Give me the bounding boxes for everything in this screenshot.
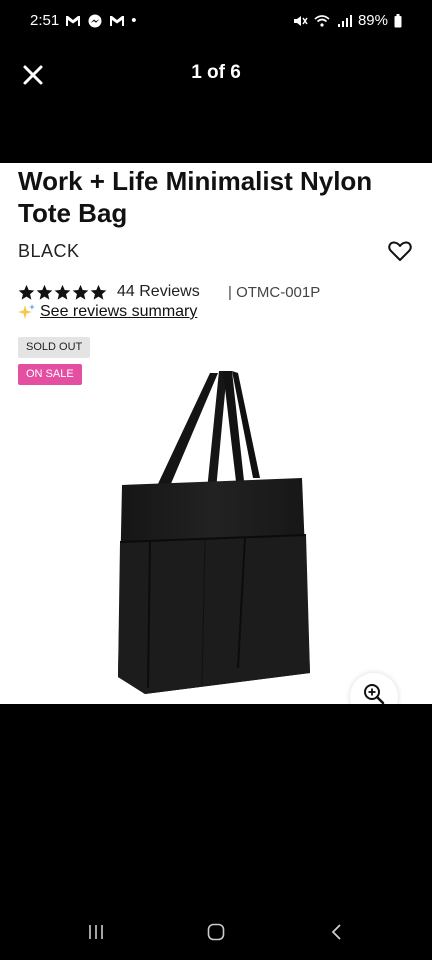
recent-apps-icon[interactable] bbox=[87, 923, 105, 941]
product-color-label: BLACK bbox=[18, 241, 80, 261]
zoom-button[interactable] bbox=[350, 673, 398, 704]
zoom-in-icon bbox=[364, 684, 385, 704]
heart-icon[interactable] bbox=[388, 240, 412, 262]
reviews-count-link[interactable]: 44 Reviews bbox=[117, 283, 200, 301]
signal-icon bbox=[337, 14, 352, 27]
back-icon[interactable] bbox=[330, 923, 344, 941]
product-sku: | OTMC-001P bbox=[228, 284, 321, 301]
battery-icon bbox=[394, 13, 402, 27]
image-counter: 1 of 6 bbox=[191, 62, 241, 83]
gmail-icon bbox=[66, 15, 81, 26]
rating-row: 44 Reviews bbox=[18, 283, 200, 301]
tote-bag-image[interactable] bbox=[110, 368, 320, 703]
star-icon bbox=[90, 284, 107, 300]
product-screenshot-panel: Work + Life Minimalist Nylon Tote Bag BL… bbox=[0, 163, 432, 704]
system-nav-bar bbox=[0, 905, 432, 960]
gmail-icon bbox=[110, 15, 125, 26]
star-rating bbox=[18, 284, 107, 301]
star-icon bbox=[18, 284, 35, 300]
messenger-icon bbox=[88, 14, 102, 27]
mute-icon bbox=[293, 15, 308, 26]
status-right: 89% bbox=[292, 12, 402, 29]
status-time: 2:51 bbox=[30, 12, 60, 29]
star-icon bbox=[36, 284, 53, 300]
status-left: 2:51 • bbox=[30, 12, 136, 29]
on-sale-badge: ON SALE bbox=[18, 364, 82, 385]
image-viewer-header: 1 of 6 bbox=[0, 42, 432, 106]
star-icon bbox=[54, 284, 71, 300]
wifi-icon bbox=[314, 14, 330, 27]
star-icon bbox=[72, 284, 89, 300]
see-reviews-summary-link[interactable]: See reviews summary bbox=[40, 303, 197, 321]
reviews-summary-row: See reviews summary bbox=[18, 303, 197, 321]
status-bar: 2:51 • 89% bbox=[0, 0, 432, 42]
product-title: Work + Life Minimalist Nylon Tote Bag bbox=[18, 166, 373, 228]
battery-percent: 89% bbox=[357, 12, 388, 29]
status-dot: • bbox=[131, 12, 137, 29]
home-icon[interactable] bbox=[207, 923, 225, 941]
sold-out-badge: SOLD OUT bbox=[18, 337, 91, 358]
sparkle-icon bbox=[18, 304, 35, 319]
